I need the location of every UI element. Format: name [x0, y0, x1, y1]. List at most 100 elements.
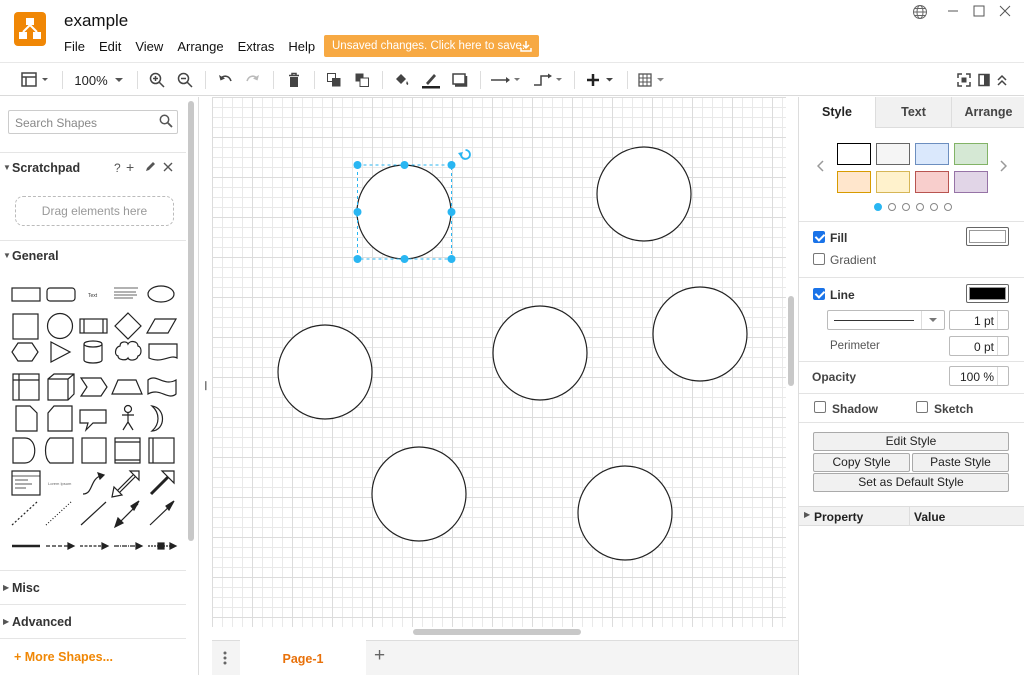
canvas-horizontal-scrollbar[interactable] — [413, 629, 581, 635]
menu-edit[interactable]: Edit — [99, 39, 121, 54]
style-page-dot[interactable] — [888, 203, 896, 211]
document-title[interactable]: example — [64, 11, 128, 31]
line-pattern-select[interactable] — [827, 310, 945, 330]
page-menu-icon[interactable] — [223, 651, 227, 668]
canvas-vertical-scrollbar[interactable] — [788, 296, 794, 386]
circle-shape[interactable] — [492, 305, 588, 401]
tab-text[interactable]: Text — [875, 97, 951, 128]
scratchpad-help-icon[interactable]: ? — [114, 161, 121, 175]
zoom-dropdown[interactable]: 100% — [72, 69, 128, 91]
menu-extras[interactable]: Extras — [238, 39, 275, 54]
properties-header[interactable]: ▶ Property Value — [799, 506, 1024, 526]
style-swatch[interactable] — [837, 143, 871, 165]
line-checkbox[interactable] — [813, 288, 825, 300]
circle-shape[interactable] — [596, 146, 692, 242]
to-back-icon[interactable] — [352, 69, 372, 91]
close-icon[interactable] — [999, 4, 1011, 21]
drawio-logo-icon — [14, 12, 46, 46]
style-page-dot[interactable] — [916, 203, 924, 211]
style-page-dot[interactable] — [944, 203, 952, 211]
to-front-icon[interactable] — [324, 69, 344, 91]
expand-triangle-icon: ▶ — [3, 617, 10, 626]
chevron-left-icon[interactable] — [816, 160, 825, 175]
menu-help[interactable]: Help — [288, 39, 315, 54]
tab-style[interactable]: Style — [799, 97, 875, 128]
add-page-icon[interactable]: + — [374, 645, 385, 667]
style-swatch[interactable] — [876, 143, 910, 165]
scratchpad-close-icon[interactable] — [163, 161, 173, 176]
collapse-icon[interactable] — [995, 69, 1009, 91]
line-width-input[interactable]: 1 pt — [949, 310, 1009, 330]
fill-color-picker[interactable] — [966, 227, 1009, 246]
menu-file[interactable]: File — [64, 39, 85, 54]
maximize-icon[interactable] — [973, 4, 985, 21]
advanced-header[interactable]: ▶ Advanced — [0, 608, 186, 636]
scratchpad-header[interactable]: ▼ Scratchpad — [0, 154, 186, 182]
fullscreen-icon[interactable] — [956, 69, 972, 91]
minimize-icon[interactable] — [947, 2, 959, 21]
gradient-checkbox[interactable] — [813, 253, 825, 265]
opacity-input[interactable]: 100 % — [949, 366, 1009, 386]
diagram-canvas[interactable] — [212, 97, 786, 627]
circle-shape[interactable] — [277, 324, 373, 420]
scratchpad-edit-icon[interactable] — [144, 161, 156, 176]
tab-arrange[interactable]: Arrange — [951, 97, 1024, 128]
line-color-picker[interactable] — [966, 284, 1009, 303]
circle-shape[interactable] — [652, 286, 748, 382]
edit-style-button[interactable]: Edit Style — [813, 432, 1009, 451]
style-page-dot[interactable] — [902, 203, 910, 211]
chevron-right-icon[interactable] — [999, 160, 1008, 175]
paste-style-button[interactable]: Paste Style — [912, 453, 1009, 472]
svg-text:Text: Text — [88, 293, 98, 299]
more-shapes-button[interactable]: + More Shapes... — [14, 650, 113, 664]
general-shapes-palette[interactable]: Text Lorem Ipsum — [8, 280, 180, 555]
format-panel: Style Text Arrange Fill Gradient Line 1 … — [798, 97, 1024, 675]
menu-view[interactable]: View — [135, 39, 163, 54]
expand-triangle-icon: ▶ — [804, 510, 811, 519]
style-page-dot[interactable] — [930, 203, 938, 211]
style-swatch[interactable] — [915, 171, 949, 193]
style-page-dot[interactable] — [874, 203, 882, 211]
misc-header[interactable]: ▶ Misc — [0, 574, 186, 602]
connection-style-dropdown[interactable] — [489, 69, 523, 91]
scratchpad-add-icon[interactable]: + — [126, 159, 134, 175]
zoom-in-icon[interactable] — [147, 69, 167, 91]
line-color-icon[interactable] — [420, 69, 442, 91]
circle-shape[interactable] — [577, 465, 673, 561]
page-tab[interactable]: Page-1 — [240, 640, 366, 675]
style-swatch[interactable] — [876, 171, 910, 193]
format-panel-toggle-icon[interactable] — [977, 69, 991, 91]
fill-color-icon[interactable] — [392, 69, 412, 91]
search-input[interactable]: Search Shapes — [8, 110, 178, 134]
unsaved-changes-button[interactable]: Unsaved changes. Click here to save. — [324, 35, 539, 57]
search-icon[interactable] — [159, 114, 173, 131]
delete-icon[interactable] — [284, 69, 304, 91]
shadow-checkbox[interactable] — [814, 401, 826, 413]
globe-icon[interactable] — [912, 4, 928, 23]
style-swatch[interactable] — [954, 171, 988, 193]
zoom-out-icon[interactable] — [175, 69, 195, 91]
style-swatch[interactable] — [837, 171, 871, 193]
circle-shape[interactable] — [371, 446, 467, 542]
style-swatch[interactable] — [915, 143, 949, 165]
menu-arrange[interactable]: Arrange — [177, 39, 223, 54]
scratchpad-dropzone[interactable]: Drag elements here — [15, 196, 174, 226]
general-header[interactable]: ▼ General — [0, 242, 186, 270]
shadow-icon[interactable] — [450, 69, 470, 91]
view-panels-button[interactable] — [18, 69, 52, 91]
style-swatch[interactable] — [954, 143, 988, 165]
insert-dropdown[interactable] — [583, 69, 619, 91]
table-dropdown[interactable] — [636, 69, 670, 91]
redo-icon[interactable] — [243, 69, 263, 91]
fill-checkbox[interactable] — [813, 231, 825, 243]
waypoints-dropdown[interactable] — [531, 69, 565, 91]
circle-shape[interactable] — [356, 164, 452, 260]
set-default-style-button[interactable]: Set as Default Style — [813, 473, 1009, 492]
sketch-checkbox[interactable] — [916, 401, 928, 413]
perimeter-input[interactable]: 0 pt — [949, 336, 1009, 356]
misc-label: Misc — [12, 581, 40, 595]
panel-resize-handle[interactable]: ❙ — [202, 380, 210, 391]
copy-style-button[interactable]: Copy Style — [813, 453, 910, 472]
undo-icon[interactable] — [215, 69, 235, 91]
shapes-scrollbar[interactable] — [188, 101, 194, 541]
